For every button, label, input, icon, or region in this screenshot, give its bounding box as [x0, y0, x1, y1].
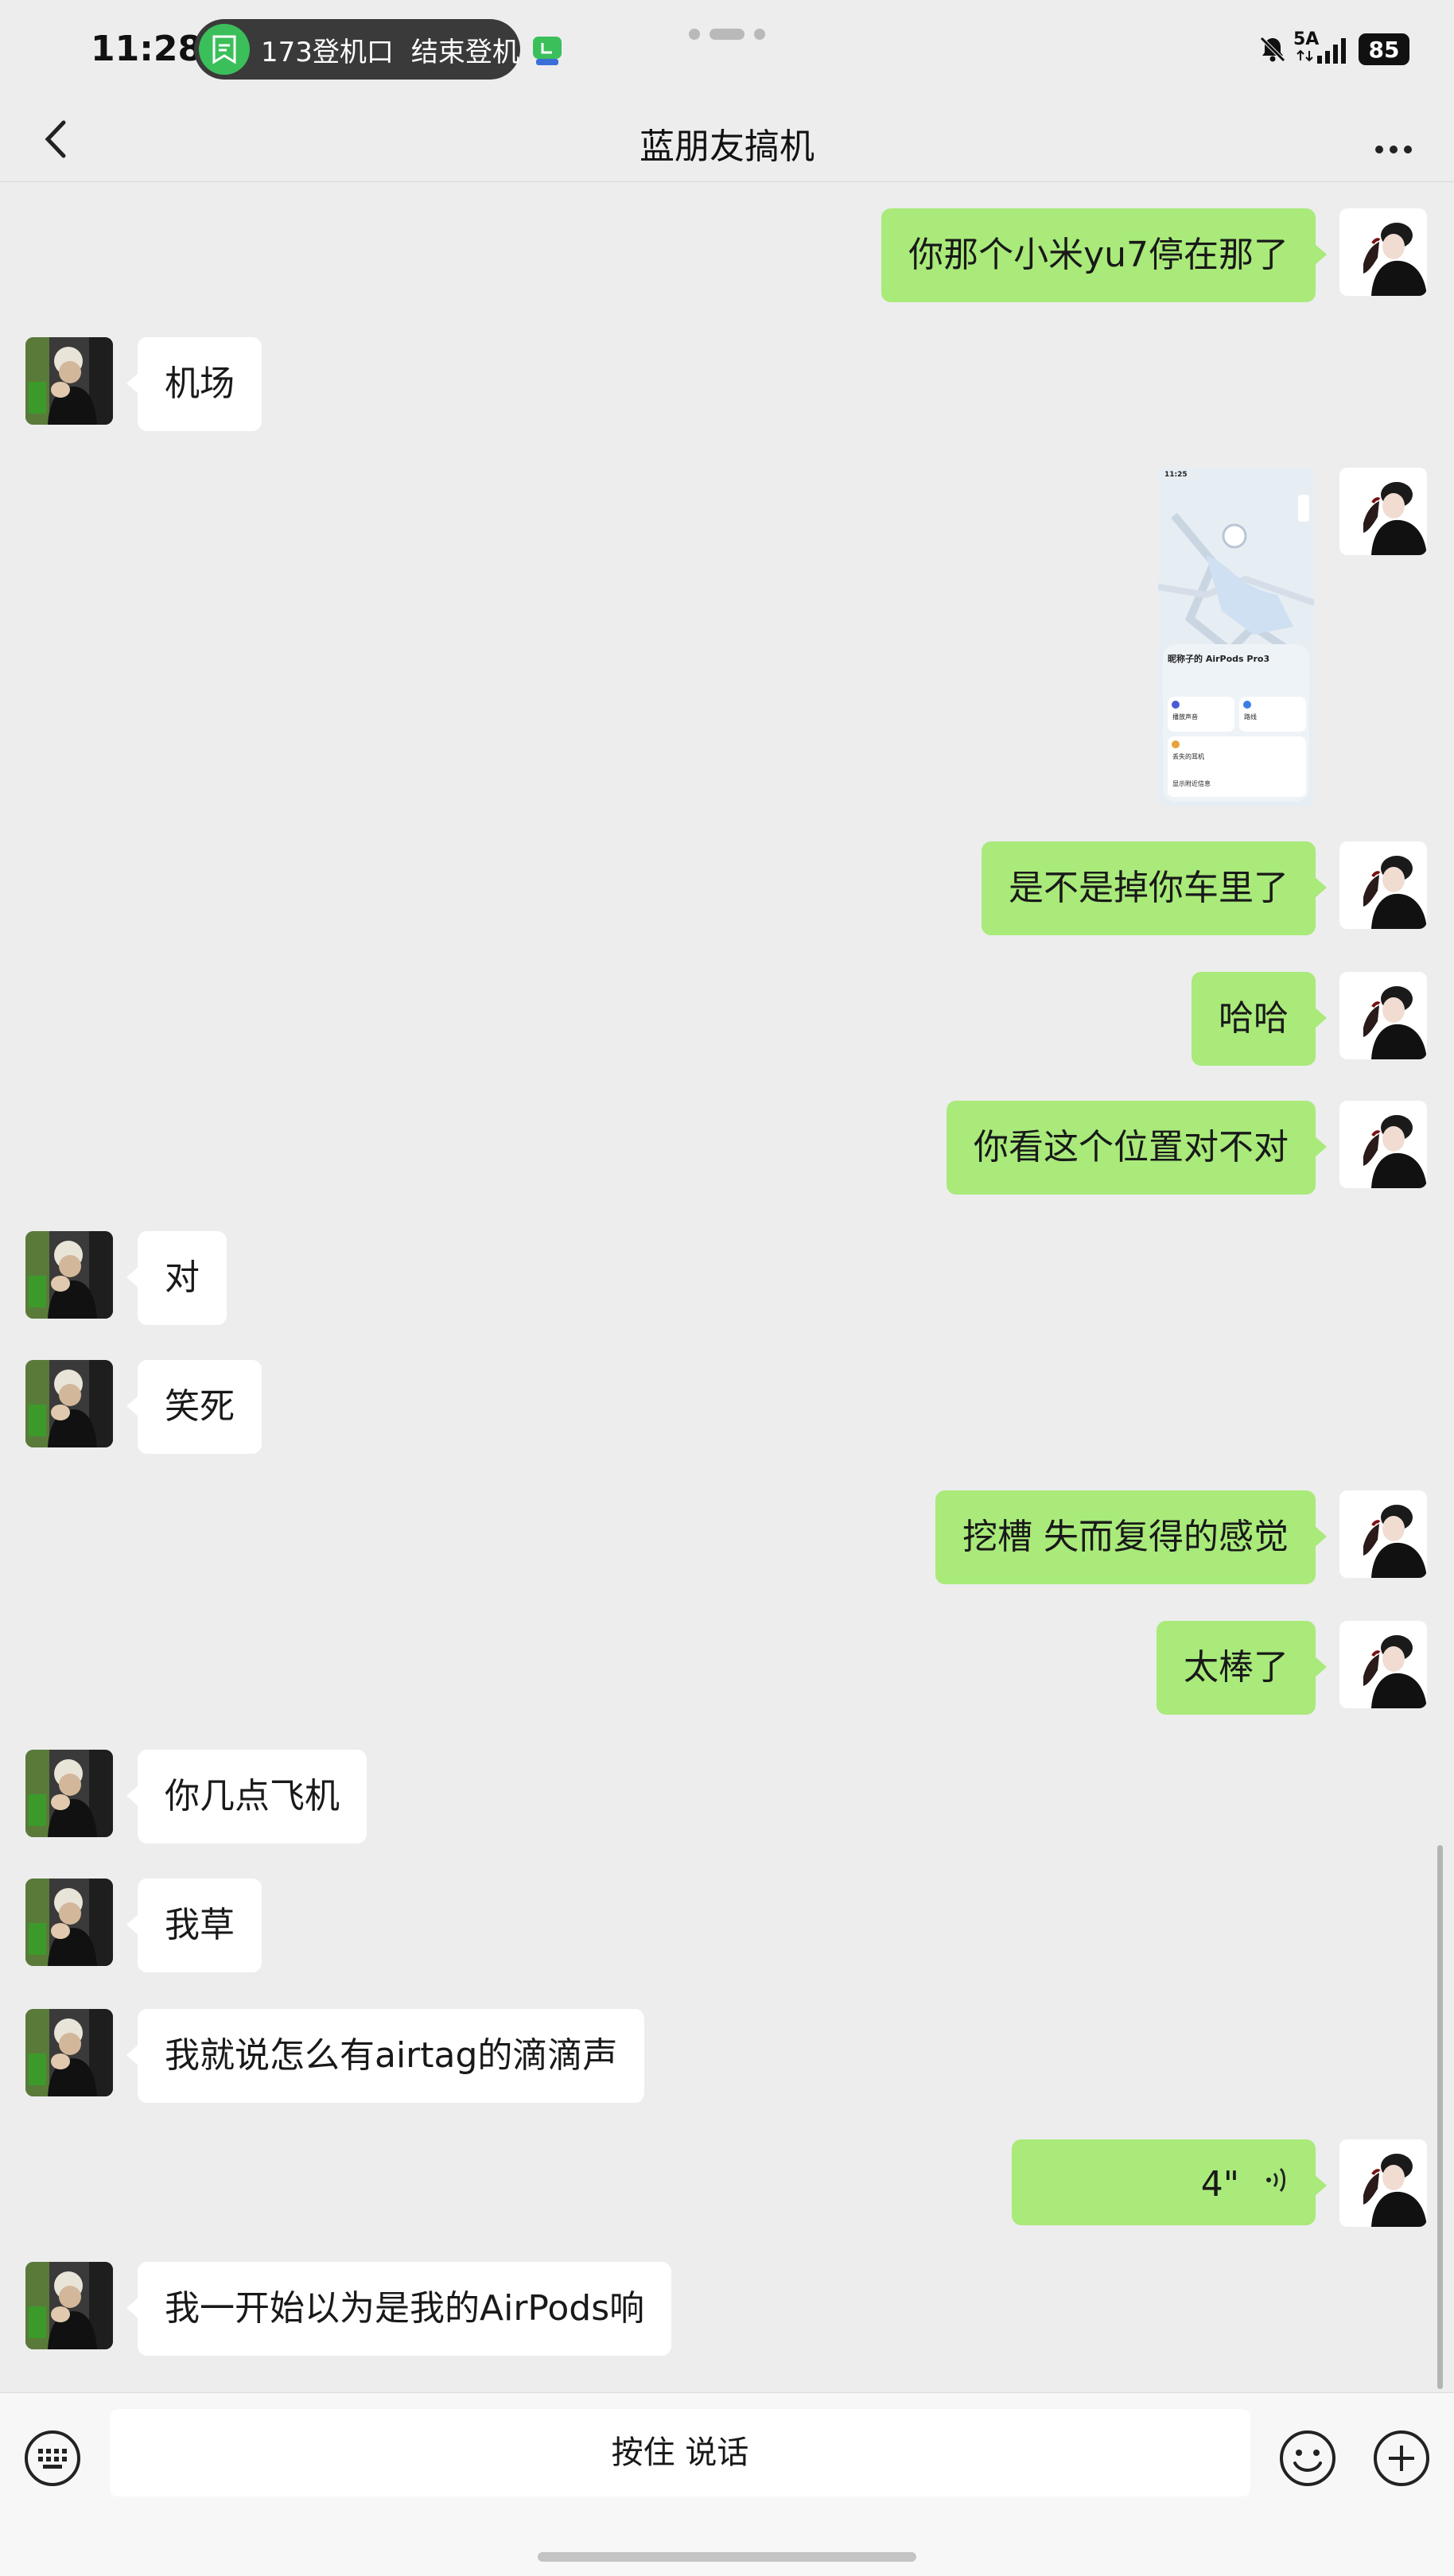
sent-message-bubble[interactable]: 你看这个位置对不对 [947, 1101, 1327, 1195]
sent-message-bubble[interactable]: 你那个小米yu7停在那了 [881, 208, 1327, 302]
received-message-bubble[interactable]: 机场 [126, 337, 262, 431]
contact-avatar[interactable] [25, 337, 113, 425]
my-avatar[interactable] [1339, 972, 1427, 1059]
sent-message-bubble[interactable]: 是不是掉你车里了 [982, 841, 1327, 935]
thumbnail-footer: 显示附近信息 [1172, 780, 1211, 787]
battery-indicator: 85 [1359, 33, 1409, 65]
my-avatar[interactable] [1339, 468, 1427, 555]
received-message-bubble[interactable]: 对 [126, 1231, 227, 1325]
my-avatar[interactable] [1339, 208, 1427, 296]
received-message-bubble[interactable]: 你几点飞机 [126, 1750, 367, 1844]
keyboard-toggle-button[interactable] [22, 2428, 83, 2489]
mute-bell-icon [1258, 35, 1287, 67]
emoji-icon [1280, 2430, 1335, 2486]
contact-avatar[interactable] [25, 1879, 113, 1966]
status-bar: 11:28 173登机口 结束登机 5A 85 [0, 0, 1454, 95]
chat-header: 蓝朋友搞机 [0, 95, 1454, 182]
received-message-bubble[interactable]: 笑死 [126, 1360, 262, 1454]
emoji-button[interactable] [1277, 2428, 1338, 2489]
contact-avatar[interactable] [25, 1750, 113, 1837]
chat-title: 蓝朋友搞机 [640, 126, 814, 167]
my-avatar[interactable] [1339, 1621, 1427, 1708]
app-notification-icon [531, 35, 563, 67]
chat-scrollbar[interactable] [1437, 1845, 1443, 2389]
my-avatar[interactable] [1339, 841, 1427, 929]
keyboard-icon [25, 2430, 80, 2486]
received-message-bubble[interactable]: 我一开始以为是我的AirPods响 [126, 2262, 672, 2356]
flight-gate: 173登机口 [261, 36, 394, 68]
thumbnail-action-2: 路线 [1244, 713, 1257, 721]
signal-icon [1316, 35, 1351, 67]
plus-icon [1374, 2430, 1429, 2486]
more-actions-button[interactable] [1371, 2428, 1432, 2489]
more-dots-icon [1375, 146, 1412, 153]
more-button[interactable] [1362, 111, 1425, 167]
received-message-bubble[interactable]: 我草 [126, 1879, 262, 1972]
contact-avatar[interactable] [25, 2262, 113, 2349]
voice-message-bubble[interactable]: 4" [1012, 2139, 1327, 2225]
status-time: 11:28 [91, 29, 203, 69]
flight-status: 结束登机 [410, 36, 519, 68]
thumbnail-action-1: 播放声音 [1172, 713, 1198, 721]
home-indicator[interactable] [538, 2552, 916, 2562]
message-list[interactable]: 你那个小米yu7停在那了 机场 11:25 昵称子的 AirPods Pro3 … [0, 181, 1454, 2392]
hold-to-talk-button[interactable]: 按住 说话 [110, 2409, 1250, 2496]
thumbnail-title: 昵称子的 AirPods Pro3 [1168, 654, 1270, 664]
thumbnail-time: 11:25 [1164, 471, 1188, 479]
flight-live-activity[interactable]: 173登机口 结束登机 [194, 19, 520, 80]
received-message-bubble[interactable]: 我就说怎么有airtag的滴滴声 [126, 2009, 645, 2103]
thumbnail-action-3: 丢失的耳机 [1172, 753, 1204, 760]
voice-wave-icon [1262, 2164, 1289, 2205]
contact-avatar[interactable] [25, 1360, 113, 1447]
boarding-gate-icon [199, 24, 250, 75]
my-avatar[interactable] [1339, 1101, 1427, 1188]
contact-avatar[interactable] [25, 1231, 113, 1319]
sent-message-bubble[interactable]: 挖槽 失而复得的感觉 [935, 1490, 1327, 1584]
data-arrows-icon [1297, 49, 1314, 65]
voice-duration: 4" [1200, 2163, 1239, 2205]
contact-avatar[interactable] [25, 2009, 113, 2096]
image-message-findmy-screenshot[interactable]: 11:25 昵称子的 AirPods Pro3 播放声音 路线 丢失的耳机 显示… [1158, 468, 1314, 806]
my-avatar[interactable] [1339, 2139, 1427, 2227]
input-bar: 按住 说话 [0, 2392, 1454, 2576]
sent-message-bubble[interactable]: 太棒了 [1157, 1621, 1327, 1715]
sent-message-bubble[interactable]: 哈哈 [1192, 972, 1327, 1066]
my-avatar[interactable] [1339, 1490, 1427, 1578]
